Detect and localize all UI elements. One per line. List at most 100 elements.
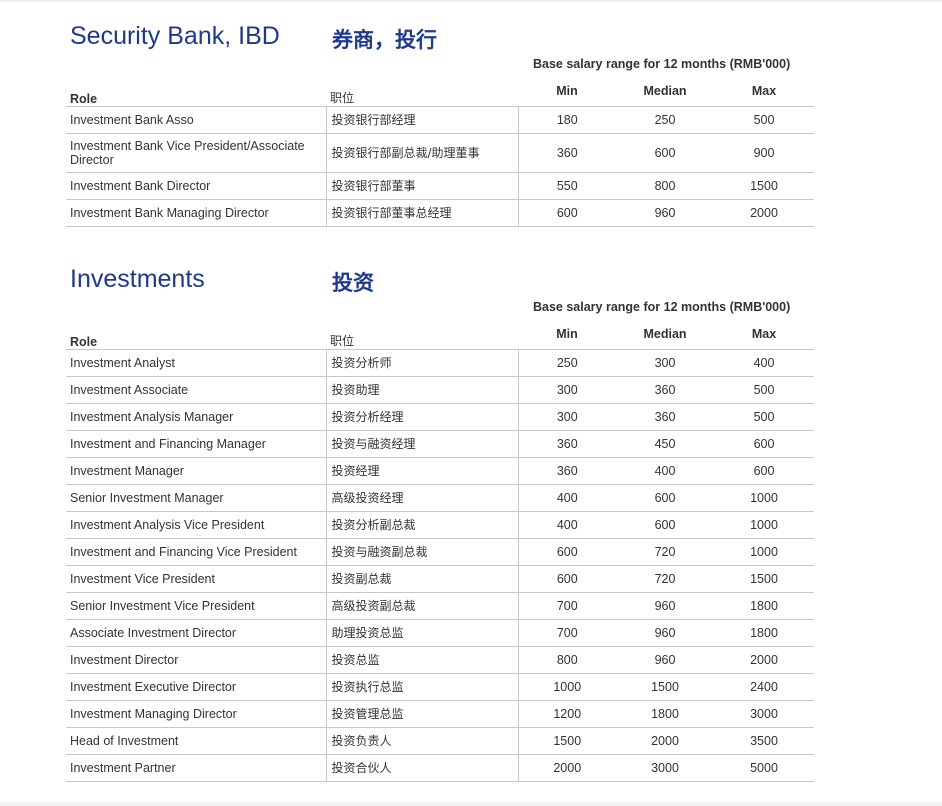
- table-row: Investment Bank Director 投资银行部董事 550 800 150…: [66, 172, 814, 200]
- max-cell: 400: [714, 349, 814, 377]
- role-zh-cell: 高级投资经理: [325, 484, 518, 512]
- table-row: Investment Executive Director 投资执行总监 1000 1…: [66, 673, 814, 701]
- role-cell: Investment Bank Managing Director: [66, 199, 326, 227]
- role-zh-cell: 投资执行总监: [325, 673, 518, 701]
- median-cell: 720: [616, 565, 714, 593]
- header-max: Max: [714, 82, 814, 107]
- role-cell: Investment Associate: [66, 376, 326, 404]
- table-row: Investment and Financing Vice President 投…: [66, 538, 814, 566]
- header-min: Min: [518, 82, 616, 107]
- table-row: Associate Investment Director 助理投资总监 700 96…: [66, 619, 814, 647]
- max-cell: 900: [714, 133, 814, 173]
- section-title-zh: 券商，投行: [332, 28, 437, 52]
- header-median: Median: [616, 325, 714, 350]
- min-cell: 1200: [517, 700, 616, 728]
- role-cell: Investment and Financing Vice President: [66, 538, 326, 566]
- header-median: Median: [616, 82, 714, 107]
- role-cell: Investment Executive Director: [66, 673, 326, 701]
- role-zh-cell: 投资银行部经理: [325, 106, 518, 134]
- median-cell: 800: [616, 172, 714, 200]
- role-cell: Head of Investment: [66, 727, 326, 755]
- section-title-en: Security Bank, IBD: [70, 22, 280, 50]
- median-cell: 600: [616, 511, 714, 539]
- max-cell: 1000: [714, 511, 814, 539]
- max-cell: 600: [714, 430, 814, 458]
- max-cell: 1500: [714, 172, 814, 200]
- min-cell: 600: [517, 538, 616, 566]
- table-row: Investment Director 投资总监 800 960 2000: [66, 646, 814, 674]
- median-cell: 960: [616, 646, 714, 674]
- role-zh-cell: 投资副总裁: [325, 565, 518, 593]
- role-zh-cell: 投资助理: [325, 376, 518, 404]
- table-row: Investment Analysis Manager 投资分析经理 300 360 5…: [66, 403, 814, 431]
- median-cell: 250: [616, 106, 714, 134]
- max-cell: 1000: [714, 538, 814, 566]
- min-cell: 300: [517, 376, 616, 404]
- role-cell: Investment Analysis Manager: [66, 403, 326, 431]
- role-zh-cell: 投资银行部董事总经理: [325, 199, 518, 227]
- role-zh-cell: 投资合伙人: [325, 754, 518, 782]
- role-cell: Investment Managing Director: [66, 700, 326, 728]
- table-row: Investment Managing Director 投资管理总监 1200 18…: [66, 700, 814, 728]
- salary-table: Role 职位 Min Median Max Investment Analys…: [66, 325, 814, 782]
- median-cell: 720: [616, 538, 714, 566]
- max-cell: 1800: [714, 619, 814, 647]
- role-cell: Investment Bank Director: [66, 172, 326, 200]
- salary-table: Role 职位 Min Median Max Investment Bank A…: [66, 82, 814, 227]
- role-zh-cell: 投资管理总监: [325, 700, 518, 728]
- min-cell: 550: [517, 172, 616, 200]
- median-cell: 450: [616, 430, 714, 458]
- role-cell: Investment Analyst: [66, 349, 326, 377]
- role-zh-cell: 投资经理: [325, 457, 518, 485]
- table-body: Investment Analyst 投资分析师 250 300 400 Investme…: [66, 349, 814, 782]
- max-cell: 2400: [714, 673, 814, 701]
- role-zh-cell: 投资银行部副总裁/助理董事: [325, 133, 518, 173]
- header-role-zh: 职位: [326, 325, 518, 350]
- table-row: Investment Bank Vice President/Associate…: [66, 133, 814, 173]
- min-cell: 700: [517, 592, 616, 620]
- max-cell: 500: [714, 106, 814, 134]
- median-cell: 1500: [616, 673, 714, 701]
- table-row: Investment Analyst 投资分析师 250 300 400: [66, 349, 814, 377]
- max-cell: 1000: [714, 484, 814, 512]
- min-cell: 300: [517, 403, 616, 431]
- role-cell: Senior Investment Vice President: [66, 592, 326, 620]
- median-cell: 600: [616, 484, 714, 512]
- role-cell: Investment Bank Vice President/Associate…: [66, 133, 326, 173]
- table-row: Senior Investment Manager 高级投资经理 400 600 100…: [66, 484, 814, 512]
- table-row: Investment Manager 投资经理 360 400 600: [66, 457, 814, 485]
- median-cell: 360: [616, 403, 714, 431]
- role-zh-cell: 投资负责人: [325, 727, 518, 755]
- role-cell: Investment Partner: [66, 754, 326, 782]
- max-cell: 2000: [714, 646, 814, 674]
- min-cell: 800: [517, 646, 616, 674]
- median-cell: 360: [616, 376, 714, 404]
- table-row: Investment Bank Asso 投资银行部经理 180 250 500: [66, 106, 814, 134]
- table-row: Senior Investment Vice President 高级投资副总裁 7…: [66, 592, 814, 620]
- salary-range-caption: Base salary range for 12 months (RMB'000…: [533, 300, 791, 314]
- table-header-row: Role 职位 Min Median Max: [66, 325, 814, 350]
- max-cell: 2000: [714, 199, 814, 227]
- table-row: Investment Analysis Vice President 投资分析副总…: [66, 511, 814, 539]
- max-cell: 3500: [714, 727, 814, 755]
- table-row: Head of Investment 投资负责人 1500 2000 3500: [66, 727, 814, 755]
- min-cell: 2000: [517, 754, 616, 782]
- role-cell: Investment Bank Asso: [66, 106, 326, 134]
- median-cell: 400: [616, 457, 714, 485]
- min-cell: 360: [517, 133, 616, 173]
- table-row: Investment and Financing Manager 投资与融资经理 3…: [66, 430, 814, 458]
- max-cell: 1500: [714, 565, 814, 593]
- median-cell: 600: [616, 133, 714, 173]
- min-cell: 250: [517, 349, 616, 377]
- min-cell: 600: [517, 565, 616, 593]
- min-cell: 1000: [517, 673, 616, 701]
- max-cell: 3000: [714, 700, 814, 728]
- table-header-row: Role 职位 Min Median Max: [66, 82, 814, 107]
- table-row: Investment Vice President 投资副总裁 600 720 1500: [66, 565, 814, 593]
- max-cell: 1800: [714, 592, 814, 620]
- min-cell: 600: [517, 199, 616, 227]
- header-max: Max: [714, 325, 814, 350]
- header-role: Role: [66, 82, 326, 107]
- role-zh-cell: 投资分析经理: [325, 403, 518, 431]
- top-rule: [0, 0, 942, 2]
